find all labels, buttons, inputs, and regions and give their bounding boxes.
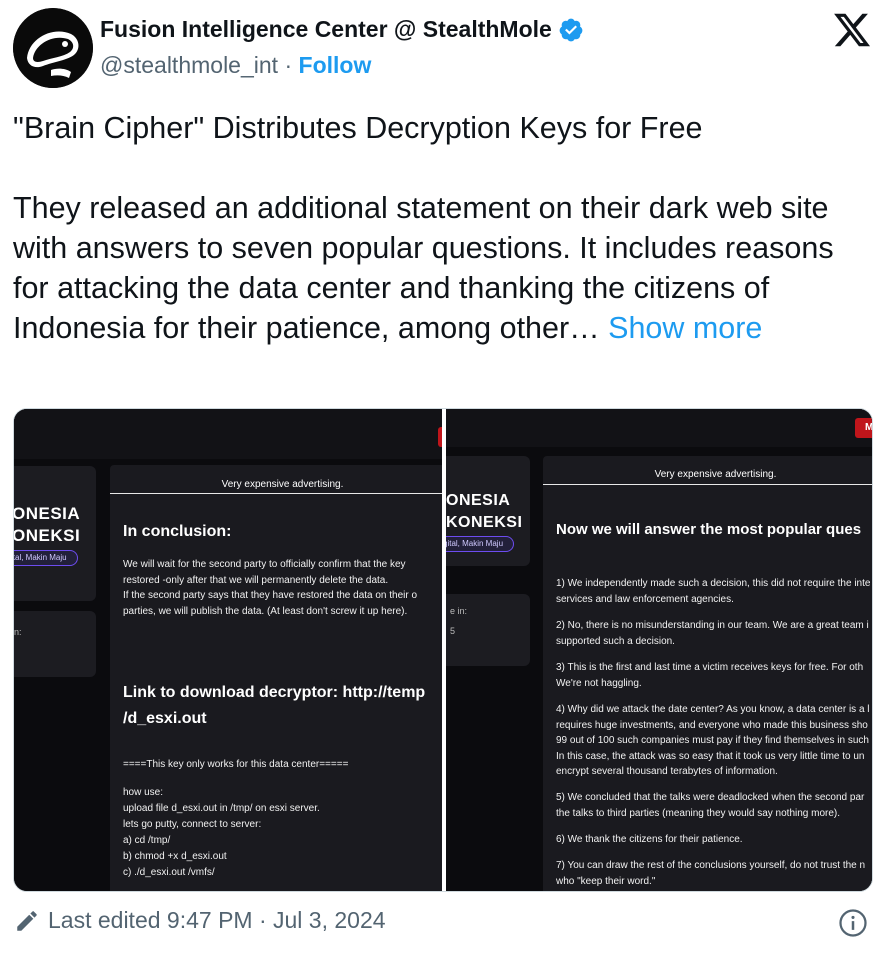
key-note: ====This key only works for this data ce… [123, 759, 349, 770]
info-card-value: 5 [450, 626, 456, 636]
follow-button[interactable]: Follow [299, 52, 372, 78]
author-name[interactable]: Fusion Intelligence Center @ StealthMole [100, 16, 552, 43]
tweet-text: "Brain Cipher" Distributes Decryption Ke… [13, 108, 873, 348]
media-image-left[interactable]: ONESIA ONEKSI ital, Makin Maju n: Very e… [14, 409, 442, 891]
answer-1: 1) We independently made such a decision… [556, 578, 871, 605]
last-edited-link[interactable]: Last edited 9:47 PM · Jul 3, 2024 [48, 907, 386, 934]
brand-line-2: ONEKSI [14, 526, 81, 545]
x-logo-icon[interactable] [832, 10, 872, 50]
brand-tagline: gital, Makin Maju [446, 536, 515, 552]
brand-line-1: ONESIA [446, 492, 511, 509]
answer-5: 5) We concluded that the talks were dead… [556, 792, 865, 819]
media-image-right[interactable]: Ma ONESIA KONEKSI gital, Makin Maju e in… [446, 409, 872, 891]
handle-row: @stealthmole_int · Follow [100, 52, 371, 79]
separator-dot: · [284, 52, 293, 78]
info-card-label: n: [14, 627, 22, 637]
doc-header: Very expensive advertising. [221, 479, 344, 490]
brand-tagline: ital, Makin Maju [14, 550, 78, 566]
answer-3: 3) This is the first and last time a vic… [556, 662, 864, 689]
info-card [14, 611, 96, 677]
mole-logo-icon [13, 8, 93, 88]
site-button: Ma [855, 418, 872, 438]
doc-divider [110, 493, 442, 494]
doc-divider [543, 484, 872, 485]
info-card [446, 594, 530, 666]
site-topbar [446, 409, 872, 447]
tweet-body: "Brain Cipher" Distributes Decryption Ke… [13, 111, 834, 345]
show-more-link[interactable]: Show more [608, 311, 762, 345]
answer-2: 2) No, there is no misunderstanding in o… [556, 620, 869, 647]
decryptor-link-title: Link to download decryptor: http://temp [123, 684, 426, 701]
document-panel: Very expensive advertising. In conclusio… [110, 465, 442, 891]
pencil-icon [17, 910, 37, 931]
tweet-footer: Last edited 9:47 PM · Jul 3, 2024 [14, 907, 386, 934]
answer-6: 6) We thank the citizens for their patie… [556, 834, 743, 845]
conclusion-title: In conclusion: [123, 523, 232, 540]
info-card-label: e in: [450, 606, 468, 616]
howto-text: how use: upload file d_esxi.out in /tmp/… [123, 787, 320, 878]
site-topbar [14, 409, 442, 459]
brand-line-1: ONESIA [14, 504, 81, 523]
author-handle[interactable]: @stealthmole_int [100, 52, 278, 78]
doc-header: Very expensive advertising. [654, 469, 777, 480]
tweet-media[interactable]: ONESIA ONEKSI ital, Makin Maju n: Very e… [13, 408, 873, 892]
questions-title: Now we will answer the most popular ques [556, 521, 862, 538]
conclusion-body: We will wait for the second party to off… [123, 559, 418, 617]
document-panel: Very expensive advertising. Now we will … [543, 456, 872, 891]
info-icon[interactable] [838, 908, 868, 938]
answer-4: 4) Why did we attack the date center? As… [556, 704, 870, 777]
verified-badge-icon [559, 18, 583, 41]
avatar[interactable] [13, 8, 93, 88]
answer-7: 7) You can draw the rest of the conclusi… [556, 860, 866, 887]
brand-line-2: KONEKSI [446, 514, 523, 531]
author-name-row[interactable]: Fusion Intelligence Center @ StealthMole [100, 16, 584, 43]
decryptor-link-title-2: /d_esxi.out [123, 710, 207, 727]
